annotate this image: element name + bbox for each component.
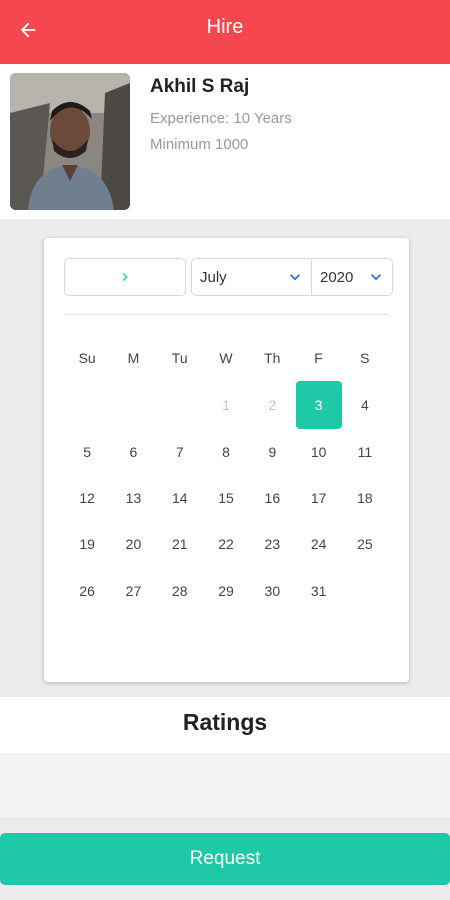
day-number: 14 xyxy=(171,489,188,506)
avatar xyxy=(10,73,130,210)
weekday-label: Tu xyxy=(171,350,188,366)
day-cell[interactable]: 31 xyxy=(295,568,341,614)
day-cell[interactable]: 5 xyxy=(64,428,110,474)
worker-name: Akhil S Raj xyxy=(150,76,250,97)
day-cell[interactable]: 21 xyxy=(157,521,203,567)
day-blank xyxy=(110,382,156,428)
day-cell[interactable]: 27 xyxy=(110,568,156,614)
day-cell[interactable]: 24 xyxy=(295,521,341,567)
chevron-down-icon xyxy=(290,274,300,281)
day-number: 6 xyxy=(129,443,138,460)
day-cell[interactable]: 7 xyxy=(157,428,203,474)
day-blank xyxy=(157,382,203,428)
day-number: 7 xyxy=(175,443,184,460)
day-cell[interactable]: 18 xyxy=(342,475,388,521)
day-number: 1 xyxy=(222,397,230,414)
day-number: 22 xyxy=(218,536,234,553)
day-number: 19 xyxy=(79,536,95,553)
day-number: 11 xyxy=(357,443,373,460)
day-cell[interactable]: 6 xyxy=(110,428,156,474)
day-number: 18 xyxy=(357,489,373,506)
day-number: 3 xyxy=(295,381,342,430)
weekday-label: W xyxy=(219,350,233,366)
day-number: 9 xyxy=(268,443,277,460)
day-number: 30 xyxy=(264,582,281,599)
day-number: 31 xyxy=(310,582,327,599)
day-number: 12 xyxy=(79,489,95,506)
day-cell[interactable]: 23 xyxy=(249,521,295,567)
weekday-label: Th xyxy=(264,350,281,366)
day-number: 27 xyxy=(125,582,142,599)
day-cell[interactable]: 8 xyxy=(203,428,249,474)
ratings-title: Ratings xyxy=(182,709,268,735)
day-cell[interactable]: 30 xyxy=(249,568,295,614)
day-cell-selected[interactable]: 3 xyxy=(295,381,342,430)
day-number: 28 xyxy=(171,582,188,599)
day-cell: 2 xyxy=(249,382,295,428)
ratings-content xyxy=(0,753,450,817)
day-cell[interactable]: 14 xyxy=(157,475,203,521)
month-select[interactable]: July xyxy=(191,258,312,296)
day-cell[interactable]: 26 xyxy=(64,568,110,614)
day-cell[interactable]: 17 xyxy=(295,475,341,521)
day-cell[interactable]: 15 xyxy=(203,475,249,521)
chevron-right-icon xyxy=(122,273,128,281)
day-number: 5 xyxy=(83,443,92,460)
day-number: 25 xyxy=(357,536,373,553)
day-number: 29 xyxy=(218,582,234,599)
year-select-value: 2020 xyxy=(320,268,354,286)
profile-card: Akhil S Raj Experience: 10 Years Minimum… xyxy=(0,64,450,219)
request-button[interactable]: Request xyxy=(0,833,450,885)
experience-text: Experience: 10 Years xyxy=(150,110,292,127)
day-number: 10 xyxy=(310,443,327,460)
day-cell[interactable]: 22 xyxy=(203,521,249,567)
day-cell[interactable]: 19 xyxy=(64,521,110,567)
day-cell[interactable]: 29 xyxy=(203,568,249,614)
minimum-rate-text: Minimum 1000 xyxy=(150,136,249,153)
day-cell[interactable]: 12 xyxy=(64,475,110,521)
day-number: 24 xyxy=(310,536,327,553)
chevron-down-icon xyxy=(371,274,381,281)
day-cell: 1 xyxy=(203,382,249,428)
day-number: 21 xyxy=(171,536,188,553)
profile-photo xyxy=(10,73,130,210)
day-number: 23 xyxy=(264,536,281,553)
calendar-divider xyxy=(64,314,388,315)
day-grid: 1 2 3 4 5 6 7 8 9 10 11 12 13 14 15 16 17 18 19 20 21 22 23 24 2… xyxy=(64,381,388,614)
calendar: July 2020 Su M Tu W Th F S 1 2 3 4 5 6 7 8 9 10 11 12 13 14… xyxy=(44,238,409,682)
weekday-label: Su xyxy=(78,350,96,366)
day-cell[interactable]: 13 xyxy=(110,475,156,521)
day-number: 4 xyxy=(361,397,369,414)
day-cell[interactable]: 25 xyxy=(342,521,388,567)
day-blank xyxy=(64,382,110,428)
next-month-button[interactable] xyxy=(64,258,186,296)
day-number: 15 xyxy=(218,489,234,506)
day-cell[interactable]: 28 xyxy=(157,568,203,614)
day-cell[interactable]: 20 xyxy=(110,521,156,567)
weekday-label: S xyxy=(360,350,370,366)
app-bar: Hire xyxy=(0,0,450,64)
day-number: 26 xyxy=(79,582,95,599)
day-number: 2 xyxy=(268,397,277,414)
month-select-value: July xyxy=(200,268,227,286)
day-cell[interactable]: 16 xyxy=(249,475,295,521)
day-number: 13 xyxy=(125,489,142,506)
day-number: 16 xyxy=(264,489,281,506)
weekday-label: M xyxy=(127,350,140,366)
day-cell[interactable]: 9 xyxy=(249,428,295,474)
day-number: 8 xyxy=(222,443,230,460)
day-number: 17 xyxy=(310,489,327,506)
day-cell[interactable]: 4 xyxy=(342,382,388,428)
weekday-label: F xyxy=(314,350,323,366)
page-title: Hire xyxy=(206,16,244,38)
day-cell[interactable]: 11 xyxy=(342,428,388,474)
ratings-section: Ratings xyxy=(0,697,450,753)
weekday-header: Su M Tu W Th F S xyxy=(64,350,388,366)
year-select[interactable]: 2020 xyxy=(312,258,393,296)
day-cell[interactable]: 10 xyxy=(295,428,341,474)
day-number: 20 xyxy=(125,536,142,553)
